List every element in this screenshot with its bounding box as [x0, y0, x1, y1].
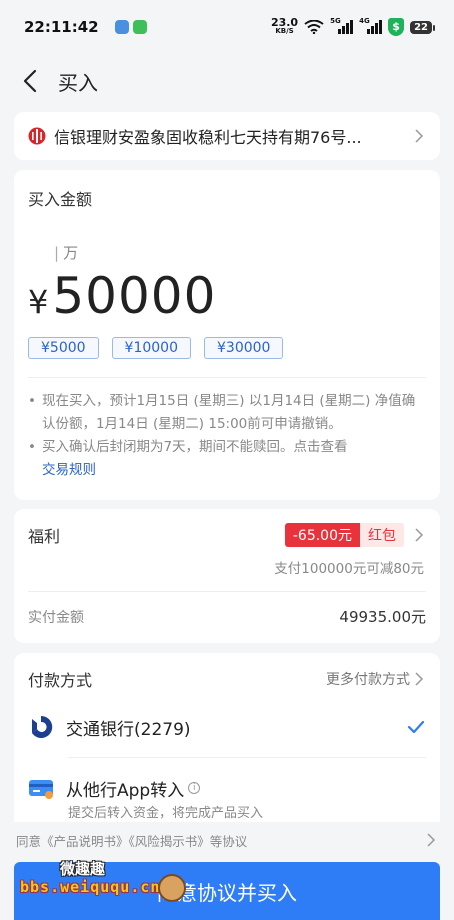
- nav-bar: 买入: [0, 54, 454, 108]
- welfare-subtitle: 支付100000元可减80元: [274, 561, 424, 577]
- checkmark-icon: [407, 720, 425, 734]
- note-text-wrap: 买入确认后封闭期为7天，期间不能赎回。点击查看 交易规则: [42, 436, 348, 482]
- status-time: 22:11:42: [24, 18, 99, 36]
- page-title: 买入: [58, 70, 98, 95]
- status-indicators: 23.0 KB/S 5G 4G $ 22: [270, 16, 435, 36]
- more-payment-label: 更多付款方式: [326, 672, 410, 688]
- note-text: 买入确认后封闭期为7天，期间不能赎回。点击查看: [41, 439, 348, 455]
- quick-amount-chips: ¥5000 ¥10000 ¥30000: [28, 337, 426, 359]
- amount-section: 买入金额 | 万 ¥ 50000 ¥5000 ¥10000 ¥30000 • 现在…: [14, 170, 440, 500]
- chevron-right-icon: [415, 129, 424, 143]
- note-item: • 现在买入，预计1月15日 (星期三) 以1月14日 (星期二) 净值确认份额…: [28, 390, 426, 436]
- unit-hint-text: 万: [63, 244, 79, 262]
- product-name: 信银理财安盈象固收稳利七天持有期76号...: [54, 128, 362, 147]
- divider: [68, 757, 426, 758]
- coupon-type: 红包: [360, 523, 404, 547]
- bank-label: 交通银行(2279): [66, 719, 191, 740]
- welfare-section: 福利 -65.00元 红包 支付100000元可减80元 实付金额 49935.…: [14, 509, 440, 643]
- battery-icon: 22: [410, 20, 435, 34]
- wechat-notification-icon: [132, 20, 147, 34]
- paid-label: 实付金额: [28, 609, 84, 626]
- agreement-bar[interactable]: 同意《产品说明书》《风险揭示书》等协议: [0, 822, 454, 858]
- paid-amount-row: 实付金额 49935.00元: [28, 606, 426, 627]
- payment-title: 付款方式: [28, 671, 93, 690]
- chevron-right-icon: [415, 528, 424, 542]
- transfer-label: 从他行App转入: [66, 780, 185, 801]
- purchase-notes: • 现在买入，预计1月15日 (星期三) 以1月14日 (星期二) 净值确认份额…: [28, 390, 426, 482]
- network-speed: 23.0 KB/S: [270, 16, 299, 36]
- agreement-text: 同意《产品说明书》《风险揭示书》等协议: [16, 833, 248, 849]
- paid-value: 49935.00元: [339, 608, 426, 626]
- divider: [28, 591, 426, 592]
- wifi-icon: [304, 20, 324, 34]
- payment-section: 付款方式 更多付款方式 交通银行(2279) 从他行App转入 i 提交后转入资…: [14, 653, 440, 823]
- amount-unit-hint: | 万: [54, 242, 426, 263]
- agree-and-buy-button[interactable]: 同意协议并买入: [14, 862, 440, 920]
- currency-symbol: ¥: [28, 283, 49, 321]
- back-arrow-icon[interactable]: [16, 67, 44, 95]
- citic-logo-icon: [28, 127, 46, 145]
- trade-rules-link[interactable]: 交易规则: [42, 462, 96, 478]
- amount-section-title: 买入金额: [28, 190, 93, 209]
- bocom-logo-icon: [32, 715, 53, 738]
- status-bar: 22:11:42 23.0 KB/S 5G 4G $ 22: [0, 0, 454, 54]
- note-item: • 买入确认后封闭期为7天，期间不能赎回。点击查看 交易规则: [28, 436, 426, 482]
- text-cursor: |: [54, 244, 60, 262]
- info-icon[interactable]: i: [188, 782, 201, 794]
- amount-input[interactable]: ¥ 50000: [28, 267, 426, 325]
- security-shield-icon: $: [388, 18, 405, 36]
- signal-5g-icon: 5G: [330, 17, 354, 34]
- product-selector[interactable]: 信银理财安盈象固收稳利七天持有期76号...: [14, 112, 440, 160]
- chevron-right-icon: [415, 672, 424, 686]
- quick-amount-chip[interactable]: ¥10000: [111, 337, 191, 359]
- app-notification-icon: [114, 20, 129, 34]
- signal-4g-tag: 4G: [359, 17, 370, 25]
- welfare-row[interactable]: 福利 -65.00元 红包: [28, 523, 426, 547]
- status-app-icons: [114, 20, 147, 34]
- signal-4g-icon: 4G: [359, 17, 383, 34]
- more-payment-button[interactable]: 更多付款方式: [326, 669, 426, 689]
- network-speed-unit: KB/S: [275, 27, 294, 35]
- transfer-subtitle: 提交后转入资金，将完成产品买入: [68, 806, 264, 821]
- note-text: 现在买入，预计1月15日 (星期三) 以1月14日 (星期二) 净值确认份额，1…: [41, 393, 416, 432]
- coupon-amount: -65.00元: [284, 523, 360, 547]
- coupon-badge[interactable]: -65.00元 红包: [284, 523, 426, 547]
- divider: [28, 377, 426, 378]
- welfare-title: 福利: [28, 527, 61, 546]
- card-transfer-icon: [29, 780, 53, 799]
- payment-header: 付款方式 更多付款方式: [28, 667, 426, 691]
- payment-option-bank[interactable]: 交通银行(2279): [28, 707, 426, 747]
- amount-value: 50000: [52, 267, 217, 325]
- chevron-right-icon: [427, 833, 436, 847]
- network-speed-value: 23.0: [270, 16, 299, 29]
- signal-5g-tag: 5G: [330, 17, 341, 25]
- quick-amount-chip[interactable]: ¥30000: [204, 337, 284, 359]
- quick-amount-chip[interactable]: ¥5000: [28, 337, 99, 359]
